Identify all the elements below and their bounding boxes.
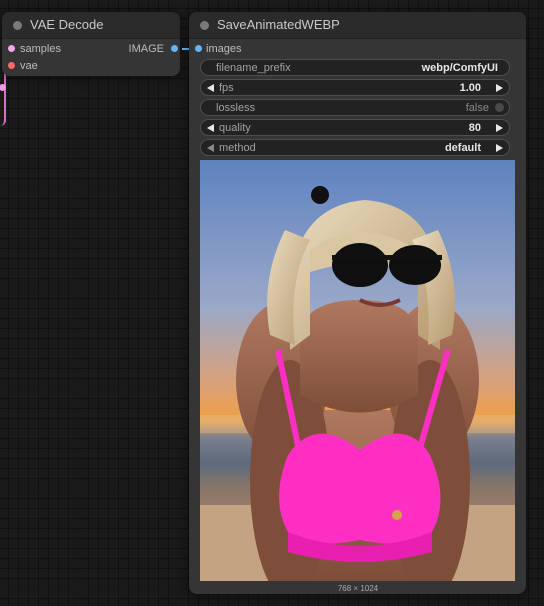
toggle-icon[interactable] <box>495 103 504 112</box>
widget-label: quality <box>219 122 251 134</box>
graph-canvas[interactable]: VAE Decode samples vae IMAGE SaveAnimate… <box>0 0 544 606</box>
preview-image[interactable] <box>200 160 515 581</box>
input-slot-vae[interactable]: vae <box>2 59 102 73</box>
input-slot-images[interactable]: images <box>189 42 309 56</box>
arrow-left-icon[interactable] <box>207 144 214 152</box>
output-slot-image[interactable]: IMAGE <box>100 42 180 56</box>
input-dot-images[interactable] <box>195 45 202 52</box>
preview-image-art <box>200 160 515 581</box>
arrow-left-icon[interactable] <box>207 84 214 92</box>
preview-caption: 768 × 1024 <box>337 584 379 593</box>
save-animated-webp-node[interactable]: SaveAnimatedWEBP images filename_prefix … <box>189 12 526 594</box>
fps-stepper[interactable]: fps 1.00 <box>200 79 510 96</box>
slot-label-images: images <box>206 43 242 55</box>
widget-label: fps <box>219 82 234 94</box>
widget-value: webp/ComfyUI <box>421 62 498 74</box>
arrow-right-icon[interactable] <box>496 84 503 92</box>
vae-decode-node[interactable]: VAE Decode samples vae IMAGE <box>2 12 180 76</box>
slot-label-image: IMAGE <box>128 43 164 55</box>
node-status-dot-icon[interactable] <box>13 21 22 30</box>
node-title-bar[interactable]: SaveAnimatedWEBP <box>189 12 526 39</box>
input-slot-samples[interactable]: samples <box>2 42 102 56</box>
input-dot-samples[interactable] <box>8 45 15 52</box>
widget-value: 1.00 <box>459 82 481 94</box>
node-title-bar[interactable]: VAE Decode <box>2 12 180 39</box>
arrow-right-icon[interactable] <box>496 144 503 152</box>
node-title: SaveAnimatedWEBP <box>217 17 340 32</box>
input-dot-vae[interactable] <box>8 62 15 69</box>
arrow-left-icon[interactable] <box>207 124 214 132</box>
lossless-toggle[interactable]: lossless false <box>200 99 510 116</box>
quality-stepper[interactable]: quality 80 <box>200 119 510 136</box>
slot-label-samples: samples <box>20 43 61 55</box>
widget-value: false <box>465 102 489 114</box>
widget-label: method <box>219 142 256 154</box>
arrow-right-icon[interactable] <box>496 124 503 132</box>
widget-label: lossless <box>216 102 256 114</box>
widget-value: 80 <box>468 122 481 134</box>
node-title: VAE Decode <box>30 17 104 32</box>
method-combo[interactable]: method default <box>200 139 510 156</box>
widget-value: default <box>444 142 481 154</box>
filename-prefix-field[interactable]: filename_prefix webp/ComfyUI <box>200 59 510 76</box>
slot-label-vae: vae <box>20 60 38 72</box>
output-dot-image[interactable] <box>171 45 178 52</box>
widget-label: filename_prefix <box>216 62 291 74</box>
node-status-dot-icon[interactable] <box>200 21 209 30</box>
